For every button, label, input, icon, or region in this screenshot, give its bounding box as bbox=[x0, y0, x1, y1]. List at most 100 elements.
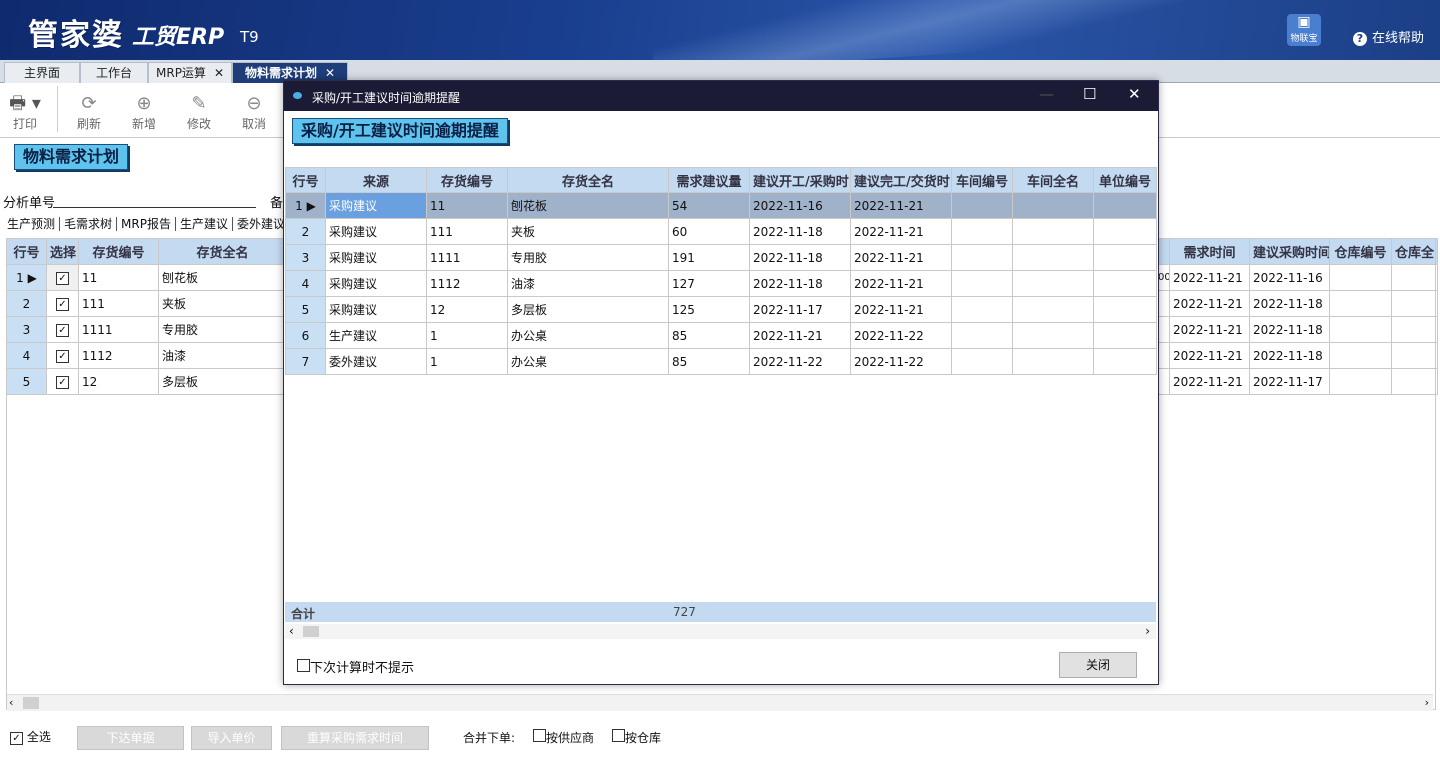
cancel-button[interactable]: ⊖ 取消 bbox=[229, 93, 279, 132]
close-button[interactable]: 关闭 bbox=[1059, 652, 1137, 678]
table-row[interactable]: 3 采购建议 1111 专用胶 191 2022-11-18 2022-11-2… bbox=[285, 244, 1157, 271]
iot-button[interactable]: ▣ 物联宝 bbox=[1287, 14, 1321, 46]
dialog-titlebar[interactable]: 采购/开工建议时间逾期提醒 — ☐ ✕ bbox=[284, 81, 1158, 111]
col-header[interactable]: 建议完工/交货时 bbox=[850, 167, 952, 193]
cell-source[interactable]: 采购建议 bbox=[325, 192, 427, 219]
table-row[interactable]: 2 采购建议 111 夹板 60 2022-11-18 2022-11-21 bbox=[285, 218, 1157, 245]
table-row[interactable]: 3 ✓ 1111 专用胶 bbox=[6, 316, 287, 343]
table-row[interactable]: 6 生产建议 1 办公桌 85 2022-11-21 2022-11-22 bbox=[285, 322, 1157, 349]
col-header[interactable]: 需求建议量 bbox=[668, 167, 750, 193]
close-icon[interactable]: ✕ bbox=[1128, 85, 1141, 103]
table-row[interactable]: 2022-11-21 2022-11-18 bbox=[1157, 290, 1438, 317]
table-row[interactable]: 4 ✓ 1112 油漆 bbox=[6, 342, 287, 369]
cell-source[interactable]: 采购建议 bbox=[325, 270, 427, 297]
col-header[interactable]: 仓库全 bbox=[1391, 238, 1438, 265]
subtab-production[interactable]: 生产建议 bbox=[175, 217, 233, 231]
select-all-checkbox[interactable]: ✓ 全选 bbox=[10, 728, 51, 745]
cell-source[interactable]: 生产建议 bbox=[325, 322, 427, 349]
col-header[interactable]: 行号 bbox=[6, 238, 47, 265]
table-row[interactable]: 2022-11-21 2022-11-18 bbox=[1157, 342, 1438, 369]
row-checkbox[interactable]: ✓ bbox=[56, 272, 69, 285]
cell-truncated bbox=[1157, 368, 1170, 395]
issue-documents-button[interactable]: 下达单据 bbox=[77, 726, 184, 750]
col-header[interactable]: 选择 bbox=[46, 238, 79, 265]
cell-name: 刨花板 bbox=[158, 264, 287, 291]
analysis-number-input[interactable] bbox=[53, 207, 256, 208]
subtab-outsource[interactable]: 委外建议 bbox=[233, 217, 289, 231]
table-row[interactable]: 2022-11-21 2022-11-17 bbox=[1157, 368, 1438, 395]
col-header[interactable]: 建议开工/采购时 bbox=[749, 167, 851, 193]
table-row[interactable]: 5 ✓ 12 多层板 bbox=[6, 368, 287, 395]
table-row[interactable]: 00 2022-11-21 2022-11-16 bbox=[1157, 264, 1438, 291]
tab-workbench[interactable]: 工作台 bbox=[80, 62, 148, 83]
by-supplier-checkbox[interactable]: 按供应商 bbox=[533, 729, 594, 746]
row-checkbox[interactable]: ✓ bbox=[56, 350, 69, 363]
cell-source[interactable]: 委外建议 bbox=[325, 348, 427, 375]
refresh-button[interactable]: ⟳ 刷新 bbox=[64, 93, 114, 132]
no-prompt-checkbox[interactable]: 下次计算时不提示 bbox=[297, 657, 414, 676]
col-header[interactable]: 仓库编号 bbox=[1329, 238, 1392, 265]
scroll-right-icon[interactable]: › bbox=[1425, 696, 1429, 709]
col-header[interactable]: 建议采购时间 bbox=[1249, 238, 1330, 265]
tab-label: 工作台 bbox=[95, 66, 132, 80]
tab-home[interactable]: 主界面 bbox=[4, 62, 80, 83]
cell-source[interactable]: 采购建议 bbox=[325, 296, 427, 323]
scroll-thumb[interactable] bbox=[303, 626, 319, 637]
printer-icon: 🖶 ▾ bbox=[9, 93, 41, 114]
subtab-gross-tree[interactable]: 毛需求树 bbox=[60, 217, 118, 231]
tab-label: MRP运算 bbox=[156, 66, 206, 80]
table-row[interactable]: 7 委外建议 1 办公桌 85 2022-11-22 2022-11-22 bbox=[285, 348, 1157, 375]
col-header[interactable]: 存货编号 bbox=[426, 167, 508, 193]
main-horizontal-scrollbar[interactable]: ‹ › bbox=[7, 694, 1433, 711]
row-checkbox[interactable]: ✓ bbox=[56, 376, 69, 389]
scroll-left-icon[interactable]: ‹ bbox=[289, 624, 294, 638]
cell-name: 办公桌 bbox=[507, 322, 669, 349]
col-header[interactable]: 行号 bbox=[285, 167, 326, 193]
table-row[interactable]: 2022-11-21 2022-11-18 bbox=[1157, 316, 1438, 343]
maximize-icon[interactable]: ☐ bbox=[1083, 85, 1096, 103]
table-row[interactable]: 1 ▶ 采购建议 11 刨花板 54 2022-11-16 2022-11-21 bbox=[285, 192, 1157, 219]
scroll-thumb[interactable] bbox=[23, 697, 39, 709]
tab-mrp[interactable]: MRP运算 ✕ bbox=[148, 62, 232, 83]
cancel-label: 取消 bbox=[241, 117, 266, 131]
dialog-horizontal-scrollbar[interactable]: ‹ › bbox=[285, 624, 1156, 639]
edit-label: 修改 bbox=[186, 117, 211, 131]
table-row[interactable]: 2 ✓ 111 夹板 bbox=[6, 290, 287, 317]
close-icon[interactable]: ✕ bbox=[325, 66, 335, 80]
table-row[interactable]: 1 ▶ ✓ 11 刨花板 bbox=[6, 264, 287, 291]
cell-source[interactable]: 采购建议 bbox=[325, 244, 427, 271]
col-header[interactable]: 来源 bbox=[325, 167, 427, 193]
col-header[interactable]: 单位编号 bbox=[1093, 167, 1157, 193]
tab-label: 物料需求计划 bbox=[244, 66, 317, 80]
subtab-forecast[interactable]: 生产预测 bbox=[3, 217, 61, 231]
col-header[interactable]: 车间编号 bbox=[951, 167, 1013, 193]
row-checkbox[interactable]: ✓ bbox=[56, 324, 69, 337]
add-button[interactable]: ⊕ 新增 bbox=[119, 93, 169, 132]
edit-button[interactable]: ✎ 修改 bbox=[174, 93, 224, 132]
close-icon[interactable]: ✕ bbox=[214, 66, 224, 80]
by-warehouse-checkbox[interactable]: 按仓库 bbox=[612, 729, 661, 746]
minimize-icon[interactable]: — bbox=[1039, 85, 1054, 103]
col-header[interactable]: 存货编号 bbox=[78, 238, 159, 265]
checkbox-icon bbox=[612, 729, 625, 742]
row-checkbox[interactable]: ✓ bbox=[56, 298, 69, 311]
print-button[interactable]: 🖶 ▾ 打印 bbox=[0, 93, 50, 132]
table-row[interactable]: 5 采购建议 12 多层板 125 2022-11-17 2022-11-21 bbox=[285, 296, 1157, 323]
cell-source[interactable]: 采购建议 bbox=[325, 218, 427, 245]
help-link[interactable]: ? 在线帮助 bbox=[1353, 27, 1424, 46]
subtab-mrp-report[interactable]: MRP报告 bbox=[117, 217, 176, 231]
by-warehouse-label: 按仓库 bbox=[625, 731, 662, 745]
scroll-left-icon[interactable]: ‹ bbox=[9, 696, 13, 709]
col-header[interactable]: 存货全名 bbox=[507, 167, 669, 193]
cell-buy-date: 2022-11-16 bbox=[1249, 264, 1330, 291]
cell-start: 2022-11-18 bbox=[749, 218, 851, 245]
table-row[interactable]: 4 采购建议 1112 油漆 127 2022-11-18 2022-11-21 bbox=[285, 270, 1157, 297]
col-header[interactable]: 需求时间 bbox=[1169, 238, 1250, 265]
cell-end: 2022-11-22 bbox=[850, 322, 952, 349]
col-header[interactable]: 车间全名 bbox=[1012, 167, 1094, 193]
import-price-button[interactable]: 导入单价 bbox=[191, 726, 272, 750]
scroll-right-icon[interactable]: › bbox=[1145, 624, 1150, 638]
dialog-summary-row: 合计 727 bbox=[285, 602, 1156, 622]
col-header[interactable]: 存货全名 bbox=[158, 238, 287, 265]
recalc-purchase-time-button[interactable]: 重算采购需求时间 bbox=[281, 726, 429, 750]
